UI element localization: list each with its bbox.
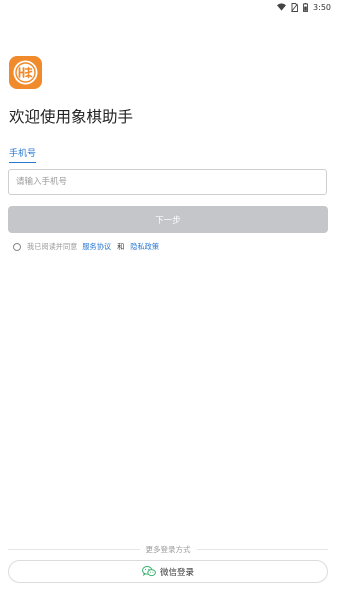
status-time: 3:50 — [313, 2, 331, 12]
agreement-checkbox[interactable] — [13, 243, 21, 251]
wechat-login-label: 微信登录 — [159, 567, 194, 578]
more-login-divider: 更多登录方式 — [8, 544, 328, 555]
privacy-policy-link[interactable]: 隐私政策 — [130, 242, 159, 252]
status-bar: 3:50 — [0, 0, 337, 14]
chess-piece-logo-icon — [13, 60, 38, 85]
agreement-and-text: 和 — [117, 242, 125, 251]
battery-icon — [303, 2, 308, 12]
no-sim-icon — [291, 2, 298, 12]
wifi-icon — [277, 3, 287, 11]
more-login-label: 更多登录方式 — [145, 545, 191, 554]
phone-input[interactable] — [8, 169, 327, 195]
app-logo — [9, 56, 42, 89]
agreement-row: 我已阅读并同意 服务协议 和 隐私政策 — [13, 242, 159, 252]
wechat-login-button[interactable]: 微信登录 — [8, 560, 328, 583]
service-agreement-link[interactable]: 服务协议 — [82, 242, 111, 252]
agreement-prefix: 我已阅读并同意 — [27, 242, 78, 251]
next-button-label: 下一步 — [155, 215, 181, 226]
welcome-title: 欢迎使用象棋助手 — [9, 108, 134, 126]
wechat-icon — [141, 566, 156, 577]
next-button[interactable]: 下一步 — [8, 206, 328, 233]
divider-line-left — [8, 549, 140, 550]
divider-line-right — [196, 549, 328, 550]
tab-phone-login[interactable]: 手机号 — [9, 146, 37, 163]
